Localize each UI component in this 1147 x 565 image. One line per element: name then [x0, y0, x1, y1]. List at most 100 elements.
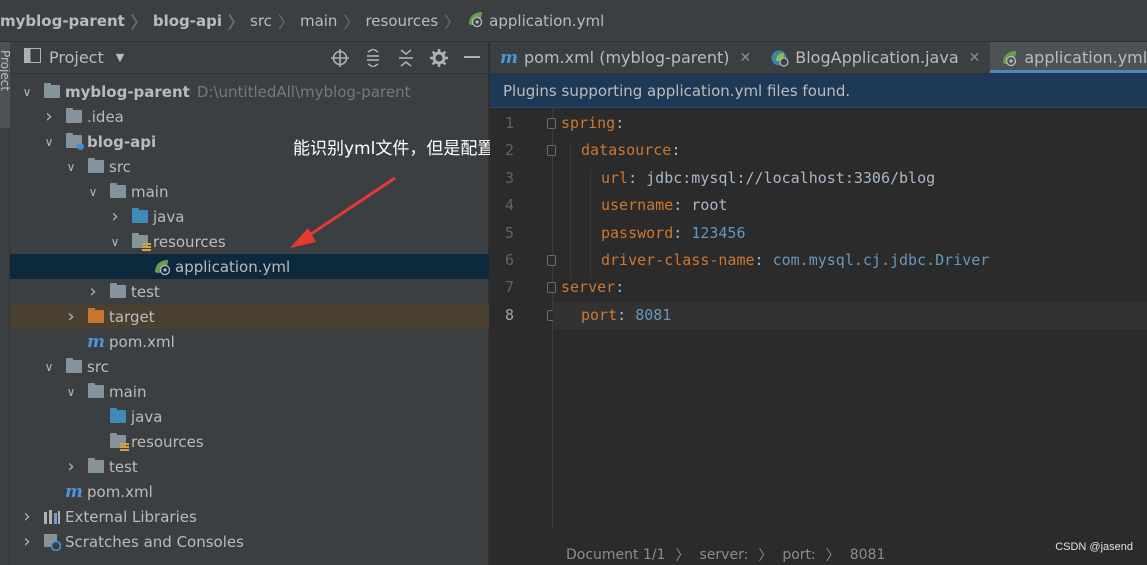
tree-item-label: src: [109, 157, 131, 176]
tree-item[interactable]: m pom.xml: [10, 479, 489, 504]
tab-pom-xml[interactable]: m pom.xml (myblog-parent) ✕: [490, 42, 761, 73]
close-icon[interactable]: ✕: [969, 50, 981, 66]
tree-item[interactable]: ∨ main: [10, 179, 489, 204]
settings-icon[interactable]: [422, 42, 455, 74]
libraries-icon: [43, 509, 61, 525]
yaml-key: port: [581, 305, 618, 324]
dropdown-caret-icon: ▼: [115, 51, 125, 64]
project-panel-title: Project: [49, 48, 104, 67]
breadcrumb-item-file[interactable]: application.yml: [466, 0, 604, 41]
breadcrumb-item-project[interactable]: myblog-parent 〉: [0, 0, 153, 41]
tree-item[interactable]: › .idea: [10, 104, 489, 129]
navigation-breadcrumb: myblog-parent 〉 blog-api 〉 src 〉 main 〉 reso…: [0, 0, 1147, 42]
tree-item-label: main: [131, 182, 169, 201]
expand-all-icon[interactable]: [356, 42, 389, 74]
chevron-right-icon[interactable]: ›: [64, 456, 78, 477]
project-view-selector[interactable]: Project ▼: [24, 48, 124, 67]
breadcrumb-item-resources[interactable]: resources 〉: [365, 0, 466, 41]
chevron-right-icon: 〉: [130, 12, 147, 32]
tab-label: application.yml: [1024, 48, 1147, 67]
yaml-colon: :: [615, 114, 625, 132]
status-document: Document 1/1: [566, 547, 666, 563]
tree-item[interactable]: ∨ src: [10, 354, 489, 379]
tree-item[interactable]: › Scratches and Consoles: [10, 529, 489, 554]
tree-item[interactable]: › test: [10, 279, 489, 304]
fold-marker-icon[interactable]: [547, 282, 556, 294]
tree-item[interactable]: application.yml: [10, 254, 489, 279]
chevron-right-icon[interactable]: ›: [64, 306, 78, 327]
chevron-down-icon[interactable]: ∨: [64, 160, 78, 174]
code-line: server:: [561, 278, 624, 296]
spring-class-icon: [771, 49, 789, 67]
fold-marker-icon[interactable]: [547, 118, 556, 129]
chevron-right-icon[interactable]: ›: [108, 206, 122, 227]
plugin-notice-banner[interactable]: Plugins supporting application.yml files…: [490, 74, 1147, 108]
module-folder-icon: [65, 133, 84, 150]
status-path-value: 8081: [849, 547, 886, 563]
project-stripe-tab[interactable]: Project: [0, 42, 12, 128]
chevron-right-icon: 〉: [277, 12, 294, 32]
breadcrumb-item-module[interactable]: blog-api 〉: [153, 0, 250, 41]
resources-folder-icon: [131, 233, 151, 251]
tree-item-label: test: [131, 282, 160, 301]
chevron-down-icon[interactable]: ∨: [20, 85, 34, 99]
tree-item-label: test: [109, 457, 138, 476]
tree-item[interactable]: ∨ resources: [10, 229, 489, 254]
folder-icon: [109, 183, 127, 200]
tree-item[interactable]: › test: [10, 454, 489, 479]
tab-blog-application[interactable]: BlogApplication.java ✕: [761, 42, 990, 73]
hide-icon[interactable]: [455, 42, 488, 74]
tree-item-label: Scratches and Consoles: [65, 532, 244, 551]
status-path-server[interactable]: server:: [700, 547, 749, 563]
tree-item[interactable]: ∨ main: [10, 379, 489, 404]
tree-item[interactable]: › External Libraries: [10, 504, 489, 529]
chevron-right-icon[interactable]: ›: [20, 506, 34, 527]
collapse-all-icon[interactable]: [389, 42, 422, 74]
project-folder-icon: [24, 48, 41, 67]
line-number: 3: [504, 168, 514, 187]
yaml-colon: :: [671, 141, 681, 160]
tree-item[interactable]: m pom.xml: [10, 329, 489, 354]
chevron-down-icon[interactable]: ∨: [42, 360, 56, 374]
breadcrumb-label: main: [299, 11, 338, 30]
code-line: spring:: [561, 114, 624, 132]
tree-item[interactable]: ∨ myblog-parent D:\untitledAll\myblog-pare…: [10, 79, 489, 104]
yaml-colon: :: [617, 305, 636, 324]
code-editor[interactable]: 12345678 spring: datasource: url: jdbc:mys…: [490, 108, 1147, 530]
yaml-key: driver-class-name: [601, 251, 755, 269]
chevron-right-icon[interactable]: ›: [20, 531, 34, 552]
watermark: CSDN @jasend: [1055, 541, 1133, 553]
excluded-folder-icon: [87, 308, 105, 325]
chevron-right-icon: 〉: [343, 12, 360, 32]
yaml-key: datasource: [581, 141, 672, 160]
maven-icon: m: [87, 331, 105, 352]
chevron-down-icon[interactable]: ∨: [64, 385, 78, 399]
yaml-value: com.mysql.cj.jdbc.Driver: [772, 251, 990, 269]
indent-guide: [570, 141, 571, 279]
chevron-right-icon: 〉: [825, 548, 840, 564]
editor-tabs: m pom.xml (myblog-parent) ✕ BlogApplicat…: [490, 42, 1147, 74]
tab-application-yml[interactable]: application.yml ✕: [990, 42, 1147, 73]
tree-item[interactable]: resources: [10, 429, 489, 454]
tree-item[interactable]: › java: [10, 204, 489, 229]
chevron-down-icon[interactable]: ∨: [86, 185, 100, 199]
chevron-right-icon[interactable]: ›: [86, 281, 100, 302]
breadcrumb-item-main[interactable]: main 〉: [300, 0, 366, 41]
status-path-port[interactable]: port:: [782, 547, 815, 563]
source-folder-icon: [109, 408, 127, 425]
chevron-down-icon[interactable]: ∨: [42, 135, 56, 149]
code-line: username: root: [601, 196, 727, 214]
chevron-right-icon[interactable]: ›: [42, 106, 56, 127]
fold-marker-icon[interactable]: [547, 145, 556, 157]
close-icon[interactable]: ✕: [740, 50, 752, 66]
locate-icon[interactable]: [323, 42, 356, 74]
panel-toolbar: [323, 42, 488, 74]
breadcrumb-item-src[interactable]: src 〉: [250, 0, 300, 41]
chevron-right-icon: 〉: [444, 12, 461, 32]
chevron-down-icon[interactable]: ∨: [108, 235, 122, 249]
tree-item[interactable]: java: [10, 404, 489, 429]
fold-marker-icon[interactable]: [547, 255, 556, 266]
yaml-value: jdbc:mysql://localhost:3306/blog: [646, 168, 936, 187]
tree-item-label: pom.xml: [109, 332, 175, 351]
tree-item[interactable]: › target: [10, 304, 489, 329]
